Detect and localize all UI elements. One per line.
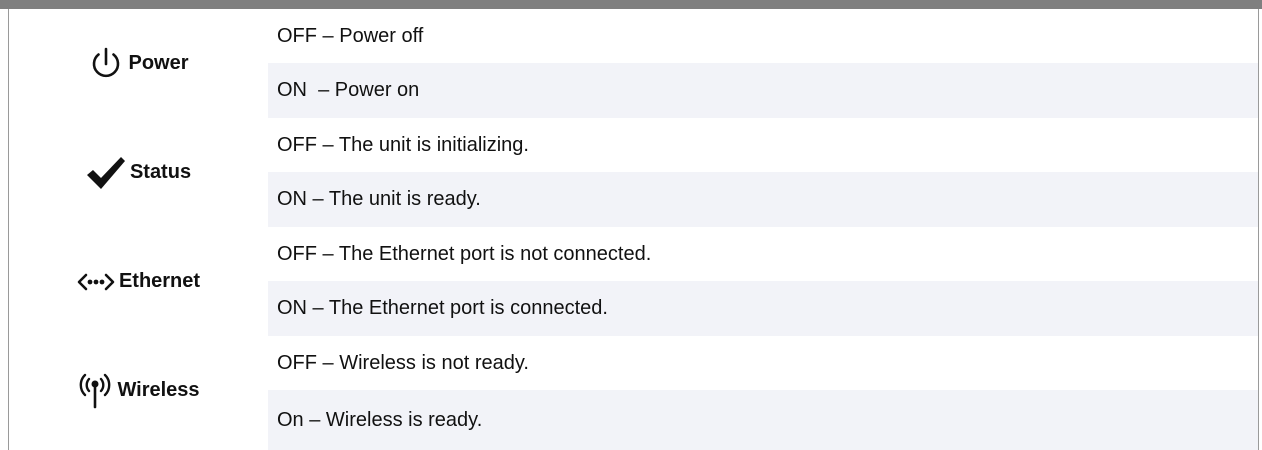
led-label-wireless: Wireless	[9, 336, 268, 445]
led-group-wireless: Wireless OFF – Wireless is not ready. On…	[9, 336, 1258, 450]
led-label-status: Status	[9, 118, 268, 227]
table-right-border	[1258, 9, 1259, 450]
led-state-on: ON – The Ethernet port is connected.	[268, 281, 1258, 336]
led-state-off: OFF – Power off	[268, 9, 1258, 63]
power-icon	[88, 46, 124, 82]
led-state-on: On – Wireless is ready.	[268, 390, 1258, 450]
led-state-on: ON – The unit is ready.	[268, 172, 1258, 227]
ethernet-icon	[77, 272, 115, 292]
led-state-on: ON – Power on	[268, 63, 1258, 118]
led-name: Status	[129, 161, 192, 183]
led-state-off: OFF – Wireless is not ready.	[268, 336, 1258, 390]
wireless-icon	[77, 372, 113, 410]
led-name: Ethernet	[118, 270, 201, 292]
led-group-ethernet: Ethernet OFF – The Ethernet port is not …	[9, 227, 1258, 336]
led-state-off: OFF – The Ethernet port is not connected…	[268, 227, 1258, 281]
led-label-ethernet: Ethernet	[9, 227, 268, 336]
led-group-status: Status OFF – The unit is initializing. O…	[9, 118, 1258, 227]
led-label-power: Power	[9, 9, 268, 118]
led-state-off: OFF – The unit is initializing.	[268, 118, 1258, 172]
led-name: Wireless	[117, 379, 200, 401]
led-name: Power	[128, 52, 189, 74]
checkmark-icon	[86, 155, 126, 191]
table-header-bar	[0, 0, 1262, 9]
led-group-power: Power OFF – Power off ON – Power on	[9, 9, 1258, 118]
